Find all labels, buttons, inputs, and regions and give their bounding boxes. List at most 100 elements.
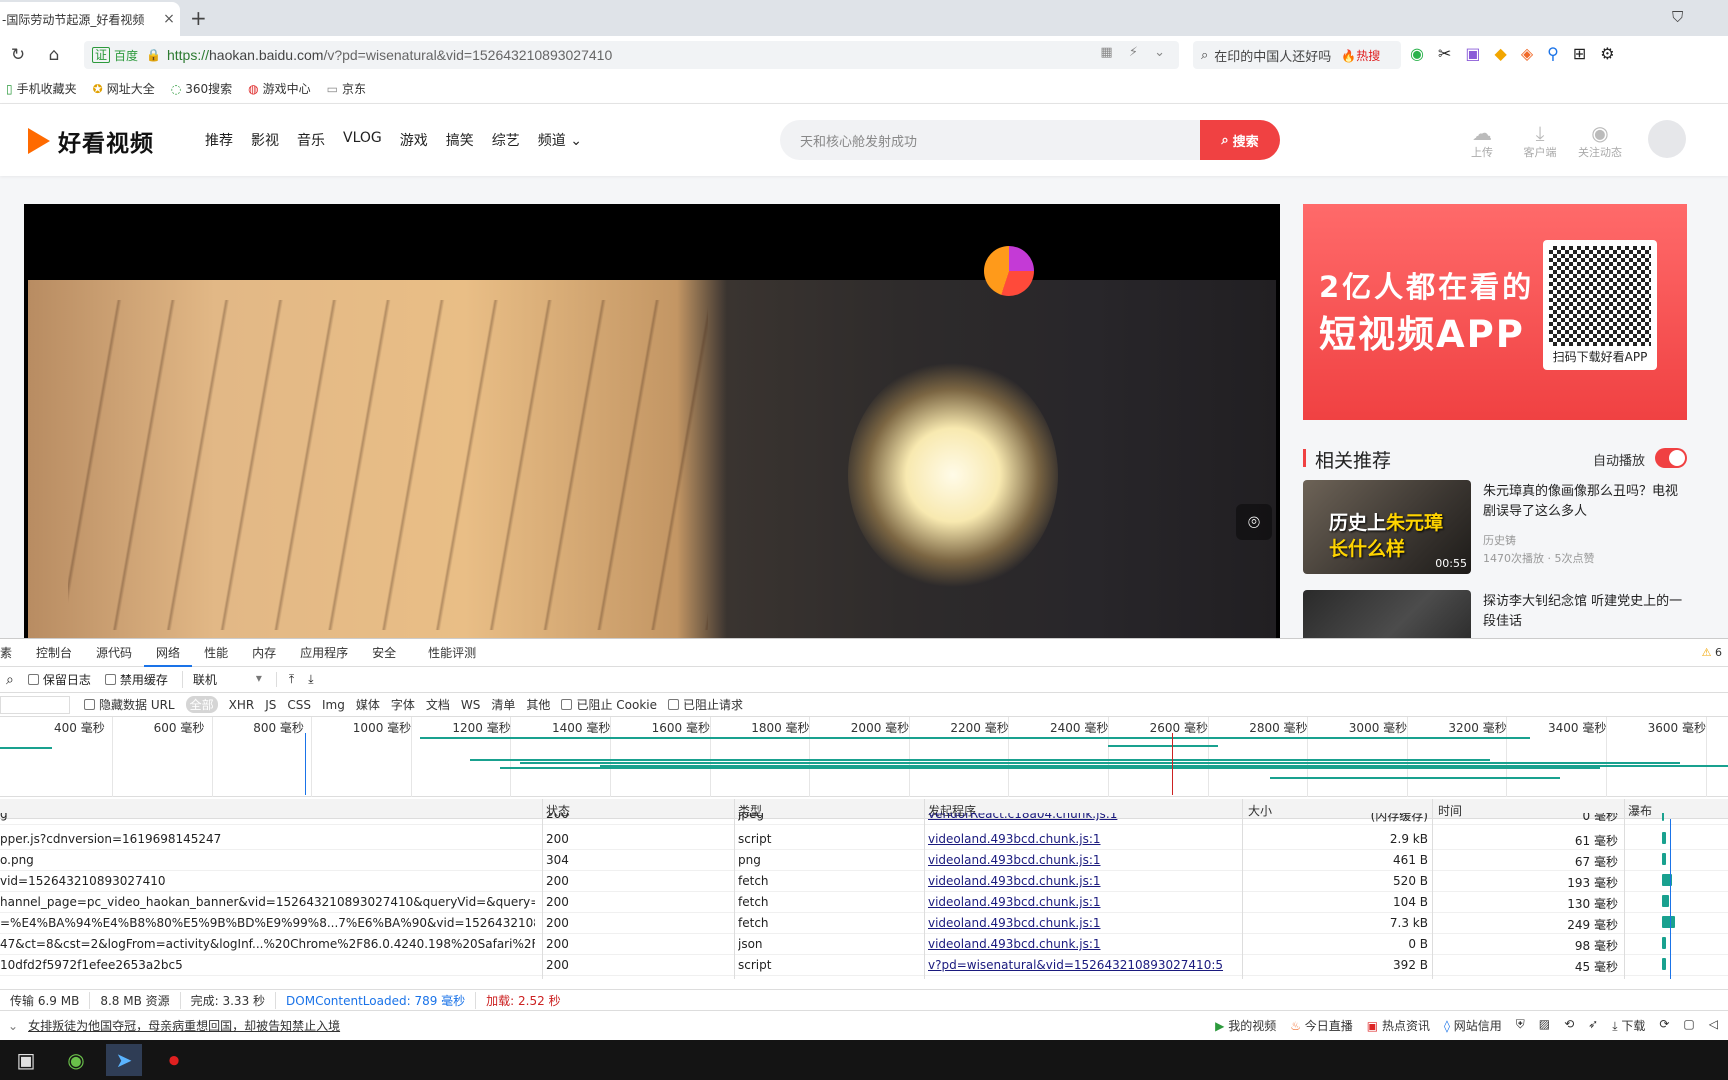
news-ticker-link[interactable]: 女排叛徒为他国夺冠，母亲病重想回国，却被告知禁止入境 (28, 1017, 340, 1034)
nav-item[interactable]: 搞笑 (446, 130, 474, 150)
filter-img[interactable]: Img (322, 698, 345, 712)
filter-css[interactable]: CSS (287, 698, 311, 712)
url-text[interactable]: https://haokan.baidu.com/v?pd=wisenatura… (167, 47, 612, 63)
live-button[interactable]: ♨ 今日直播 (1290, 1017, 1353, 1034)
feather-app-icon[interactable]: ➤ (106, 1044, 142, 1076)
coin-icon[interactable]: ◆ (1495, 44, 1507, 63)
table-row[interactable]: =%E4%BA%94%E4%B8%80%E5%9B%BD%E9%99%8...7… (0, 913, 1728, 934)
new-tab-button[interactable]: + (190, 6, 207, 30)
follow-feed-button[interactable]: ◉ 关注动态 (1570, 122, 1630, 160)
blocked-requests-checkbox[interactable]: 已阻止请求 (667, 696, 743, 713)
table-row[interactable]: 47&ct=8&cst=2&logFrom=activity&logInf...… (0, 934, 1728, 955)
site-search-button[interactable]: ⌕ 搜索 (1200, 120, 1280, 160)
bookmark-mobile[interactable]: ▯ 手机收藏夹 (6, 80, 77, 97)
network-overview-timeline[interactable]: 400 毫秒 600 毫秒 800 毫秒 1000 毫秒 1200 毫秒 1400 毫秒 1… (0, 717, 1728, 797)
close-tab-icon[interactable]: × (158, 11, 180, 27)
bookmark-jd[interactable]: ▭ 京东 (327, 80, 366, 97)
table-row[interactable]: o.png 304 png videoland.493bcd.chunk.js:1 46… (0, 850, 1728, 871)
screenshot-camera-icon[interactable]: ⌾ (1236, 504, 1272, 540)
related-item[interactable]: 探访李大钊纪念馆 听建党史上的一段佳话 (1303, 590, 1687, 638)
browser-search-box[interactable]: ⌕ 在印的中国人还好吗 🔥热搜 (1193, 41, 1401, 69)
game-icon[interactable]: ◈ (1521, 44, 1533, 63)
video-player[interactable]: ⌾ (24, 204, 1280, 638)
tab-elements[interactable]: 素 (0, 639, 24, 667)
autoplay-toggle[interactable] (1655, 448, 1687, 468)
apps-grid-icon[interactable]: ⊞ (1573, 44, 1586, 63)
search-tool-icon[interactable]: ⚲ (1547, 44, 1559, 63)
site-credit-button[interactable]: ◊ 网站信用 (1444, 1017, 1502, 1034)
tab-performance[interactable]: 性能 (192, 639, 240, 667)
throttle-select[interactable]: 联机 ▾ (181, 671, 262, 688)
browser-tab[interactable]: -国际劳动节起源_好看视频 × (0, 2, 180, 36)
filter-all[interactable]: 全部 (185, 696, 218, 713)
bookmark-sites[interactable]: ✪ 网址大全 (93, 80, 155, 97)
filter-manifest[interactable]: 清单 (491, 696, 515, 713)
table-row[interactable]: pper.js?cdnversion=1619698145247 200 scrip… (0, 829, 1728, 850)
warnings-counter[interactable]: ⚠ 6 (1702, 646, 1722, 659)
nav-item[interactable]: 影视 (251, 130, 279, 150)
table-row[interactable]: 10dfd2f5972f1efee2653a2bc5 200 script v?pd=… (0, 955, 1728, 976)
request-initiator[interactable]: v?pd=wisenatural&vid=152643210893027410:… (928, 958, 1238, 972)
nav-item[interactable]: 游戏 (400, 130, 428, 150)
scissors-icon[interactable]: ✂ (1438, 44, 1451, 63)
preserve-log-checkbox[interactable]: 保留日志 (27, 671, 91, 688)
shield-icon[interactable]: ⛨ (1516, 1017, 1525, 1034)
related-title-link[interactable]: 朱元璋真的像画像那么丑吗？电视剧误导了这么多人 (1483, 482, 1683, 522)
app-download-banner[interactable]: 2亿人都在看的 短视频APP 扫码下载好看APP (1303, 204, 1687, 420)
client-download-button[interactable]: ⤓ 客户端 (1510, 122, 1570, 160)
browser-360-icon[interactable]: ◉ (58, 1044, 94, 1076)
tab-sources[interactable]: 源代码 (84, 639, 144, 667)
nav-item[interactable]: VLOG (343, 130, 382, 150)
filter-doc[interactable]: 文档 (426, 696, 450, 713)
bookmark-games[interactable]: ◍ 游戏中心 (248, 80, 311, 97)
store-icon[interactable]: ▣ (8, 1044, 44, 1076)
settings-icon[interactable]: ⚙ (1600, 44, 1614, 63)
disable-cache-checkbox[interactable]: 禁用缓存 (104, 671, 168, 688)
record-icon[interactable]: ⏺ (156, 1044, 192, 1076)
reload-icon[interactable]: ↻ (0, 45, 36, 65)
rocket-icon[interactable]: ➶ (1588, 1017, 1598, 1034)
shirt-icon[interactable]: ⛉ (1672, 8, 1683, 26)
request-initiator[interactable]: videoland.493bcd.chunk.js:1 (928, 916, 1238, 930)
table-row[interactable]: g 200 jpeg vendorReact.c18a04.chunk.js:1 (内存… (0, 813, 1728, 825)
image-icon[interactable]: ▨ (1539, 1017, 1550, 1034)
filter-xhr[interactable]: XHR (229, 698, 255, 712)
window-icon[interactable]: ▢ (1683, 1017, 1694, 1034)
upload-button[interactable]: ☁ 上传 (1452, 122, 1512, 160)
request-initiator[interactable]: vendorReact.c18a04.chunk.js:1 (928, 813, 1238, 821)
sync-icon[interactable]: ⟳ (1659, 1017, 1669, 1034)
wechat-icon[interactable]: ◉ (1410, 44, 1424, 63)
address-actions[interactable]: ▦ ⚡ ⌄ (1100, 45, 1171, 60)
filter-other[interactable]: 其他 (526, 696, 550, 713)
nav-item-channels[interactable]: 频道 ⌄ (538, 130, 582, 150)
related-item[interactable]: 历史上朱元璋 长什么样 00:55 朱元璋真的像画像那么丑吗？电视剧误导了这么多人… (1303, 480, 1687, 574)
tab-memory[interactable]: 内存 (240, 639, 288, 667)
hide-data-url-checkbox[interactable]: 隐藏数据 URL (84, 696, 175, 713)
translate-icon[interactable]: ▣ (1465, 44, 1480, 63)
hot-news-button[interactable]: ▣ 热点资讯 (1367, 1017, 1430, 1034)
table-row[interactable]: vid=152643210893027410 200 fetch videoland.… (0, 871, 1728, 892)
request-initiator[interactable]: videoland.493bcd.chunk.js:1 (928, 937, 1238, 951)
site-search-input[interactable]: 天和核心舱发射成功 ⌕ 搜索 (780, 120, 1280, 160)
request-initiator[interactable]: videoland.493bcd.chunk.js:1 (928, 874, 1238, 888)
export-har-icon[interactable]: ⤓ (308, 672, 313, 687)
tab-security[interactable]: 安全 (360, 639, 408, 667)
nav-item[interactable]: 音乐 (297, 130, 325, 150)
filter-media[interactable]: 媒体 (356, 696, 380, 713)
related-thumbnail[interactable]: 历史上朱元璋 长什么样 00:55 (1303, 480, 1471, 574)
blocked-cookies-checkbox[interactable]: 已阻止 Cookie (561, 696, 657, 713)
tab-console[interactable]: 控制台 (24, 639, 84, 667)
avatar[interactable] (1648, 120, 1686, 158)
related-author[interactable]: 历史铸 (1483, 532, 1516, 548)
chevron-down-icon[interactable]: ⌄ (8, 1019, 18, 1033)
filter-js[interactable]: JS (265, 698, 276, 712)
related-thumbnail[interactable] (1303, 590, 1471, 638)
tab-lighthouse[interactable]: 性能评测 (408, 639, 488, 667)
filter-ws[interactable]: WS (461, 698, 480, 712)
import-har-icon[interactable]: ⤒ (275, 672, 294, 687)
filter-input[interactable] (0, 695, 70, 714)
related-title-link[interactable]: 探访李大钊纪念馆 听建党史上的一段佳话 (1483, 592, 1683, 632)
refresh-icon[interactable]: ⟲ (1564, 1017, 1574, 1034)
tab-application[interactable]: 应用程序 (288, 639, 360, 667)
site-logo[interactable]: 好看视频 (28, 124, 154, 158)
